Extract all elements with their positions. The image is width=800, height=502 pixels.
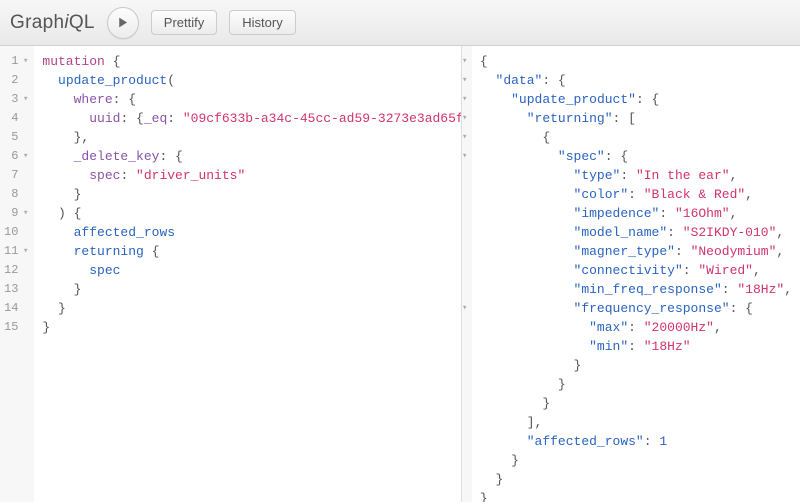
result-viewer: ▾▾▾▾▾▾▾ { "data": { "update_product": { … — [462, 46, 800, 502]
line-number-gutter: 1▾23▾456▾789▾1011▾12131415 — [0, 46, 34, 502]
graphiql-logo: GraphiQL — [10, 12, 95, 34]
result-code: { "data": { "update_product": { "returni… — [472, 46, 800, 502]
logo-text-prefix: Graph — [10, 12, 64, 33]
prettify-button[interactable]: Prettify — [151, 10, 217, 35]
play-icon — [116, 16, 129, 29]
main-panes: 1▾23▾456▾789▾1011▾12131415 mutation { up… — [0, 46, 800, 502]
query-code[interactable]: mutation { update_product( where: { uuid… — [34, 46, 462, 502]
execute-button[interactable] — [107, 7, 139, 39]
query-editor[interactable]: 1▾23▾456▾789▾1011▾12131415 mutation { up… — [0, 46, 462, 502]
top-toolbar: GraphiQL Prettify History — [0, 0, 800, 46]
result-fold-gutter: ▾▾▾▾▾▾▾ — [462, 46, 472, 502]
logo-text-suffix: QL — [69, 12, 95, 33]
history-button[interactable]: History — [229, 10, 295, 35]
